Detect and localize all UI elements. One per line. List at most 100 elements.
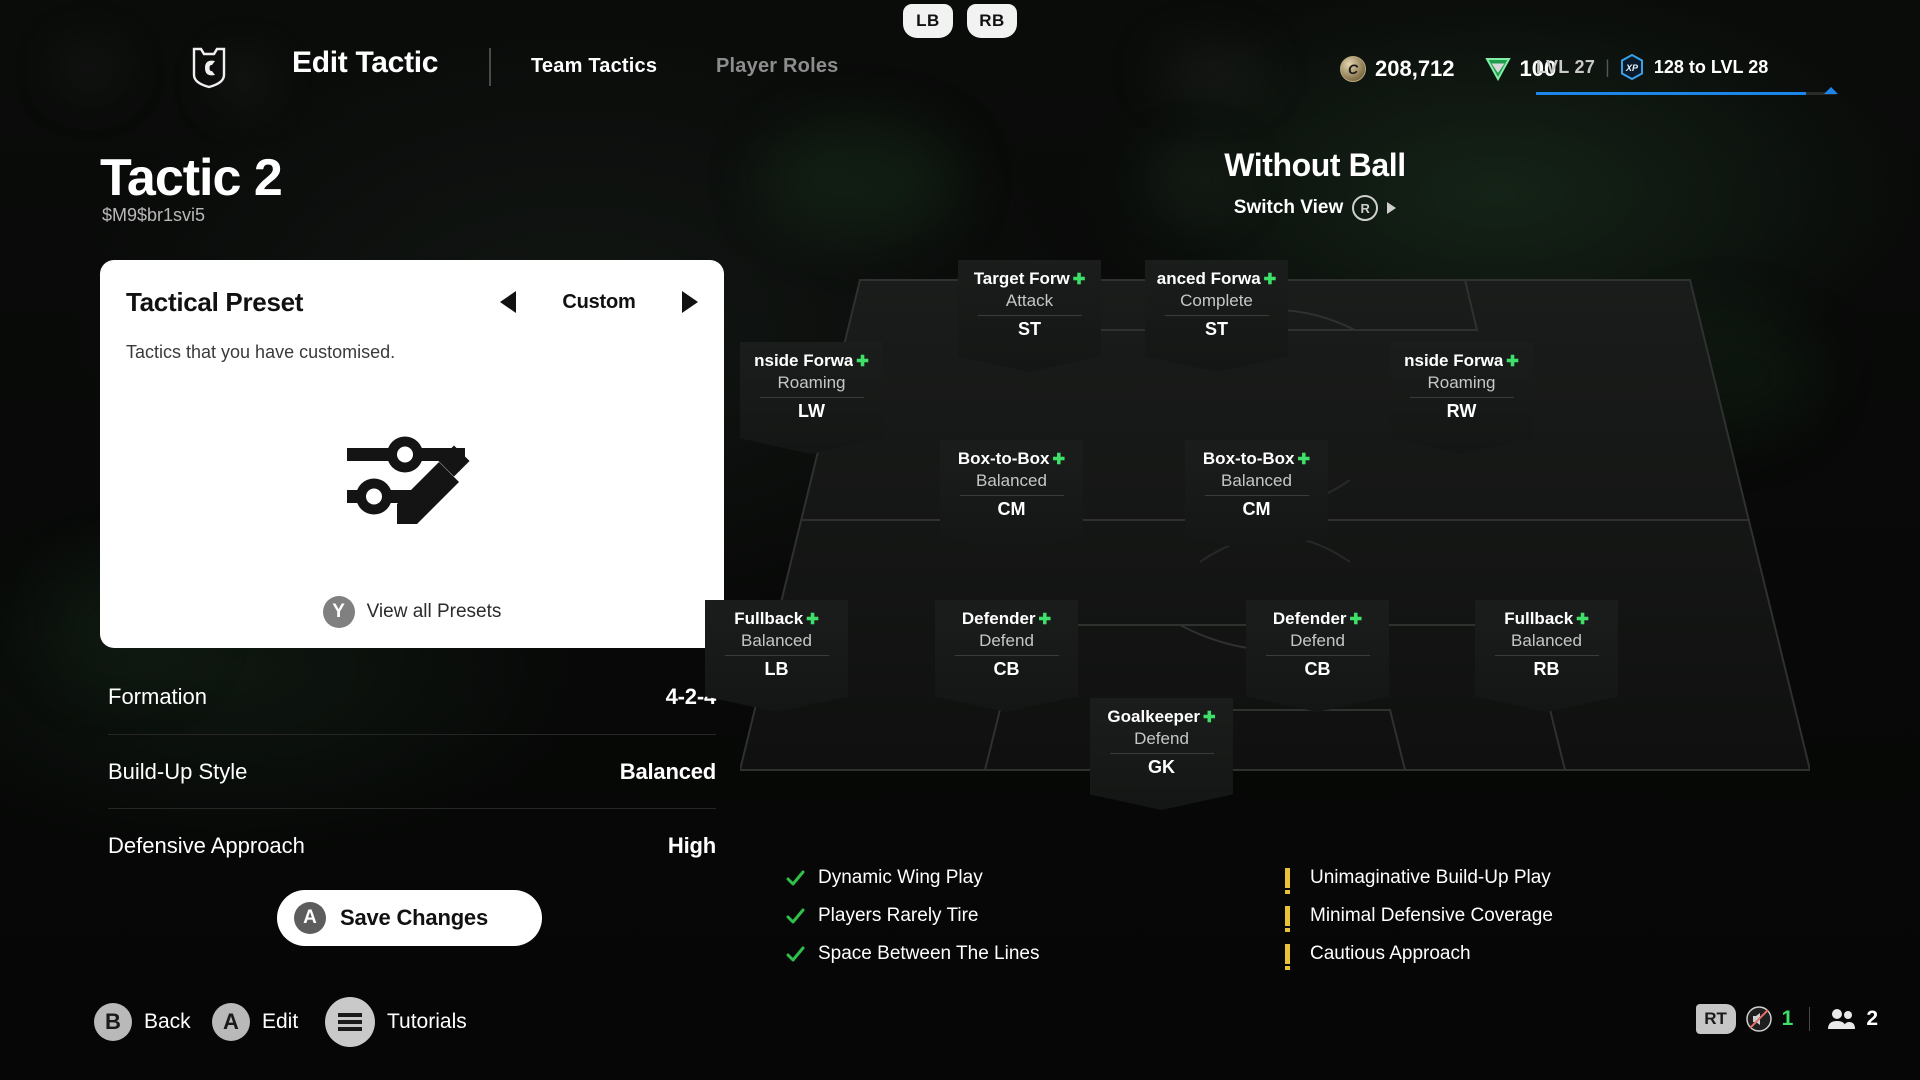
setting-label-defensive-approach: Defensive Approach [108, 832, 305, 858]
weakness-label: Minimal Defensive Coverage [1310, 905, 1553, 926]
tab-player-roles[interactable]: Player Roles [716, 55, 838, 78]
role-plus-icon: ✚ [1203, 708, 1216, 726]
level-label: LVL 27 [1536, 56, 1596, 77]
people-count: 2 [1866, 1007, 1878, 1030]
player-card-st-right[interactable]: anced Forwa ✚ Complete ST [1145, 260, 1288, 372]
player-role-lw: nside Forwa ✚ [754, 351, 869, 370]
header-bar: Edit Tactic Team Tactics Player Roles C … [0, 46, 1920, 104]
next-preset-button[interactable] [682, 291, 698, 313]
switch-view-arrow-icon [1387, 202, 1397, 214]
previous-preset-button[interactable] [500, 291, 516, 313]
player-card-cm-right[interactable]: Box-to-Box ✚ Balanced CM [1185, 440, 1328, 552]
player-position-rw: RW [1446, 401, 1477, 421]
shoulder-button-lb[interactable]: LB [903, 4, 953, 38]
player-position-cb-left: CB [993, 659, 1020, 679]
setting-row-build-up-style[interactable]: Build-Up Style Balanced [108, 734, 716, 808]
player-role-cm-left: Box-to-Box ✚ [957, 449, 1066, 468]
strength-item: Dynamic Wing Play [786, 860, 1039, 896]
tutorials-button[interactable]: Tutorials [325, 997, 467, 1047]
tactic-name: Tactic 2 [100, 149, 283, 207]
player-role-lb: Fullback ✚ [734, 609, 819, 628]
edit-tactic-screen: LB RB Edit Tactic Team Tactics Player Ro… [0, 0, 1920, 1080]
pitch-view-title: Without Ball [1224, 147, 1406, 183]
role-plus-icon: ✚ [1038, 610, 1052, 628]
player-position-cm-right: CM [1242, 499, 1271, 519]
player-role-rb: Fullback ✚ [1504, 609, 1589, 628]
progression-divider: | [1605, 56, 1610, 77]
tactic-code: $M9$br1svi5 [102, 205, 206, 225]
shoulder-button-rb[interactable]: RB [967, 4, 1017, 38]
xp-progress-bar [1536, 87, 1838, 95]
player-card-cm-left[interactable]: Box-to-Box ✚ Balanced CM [940, 440, 1083, 552]
people-icon [1826, 1007, 1856, 1031]
player-focus-st-left: Attack [1005, 291, 1054, 310]
edit-button[interactable]: A Edit [212, 1003, 298, 1041]
switch-view-button[interactable]: Switch View R [1160, 195, 1470, 221]
y-button-glyph: Y [322, 596, 355, 628]
player-position-lb: LB [764, 659, 789, 679]
tutorials-label: Tutorials [387, 1010, 467, 1033]
player-card-lw[interactable]: nside Forwa ✚ Roaming LW [740, 342, 883, 454]
player-card-rw[interactable]: nside Forwa ✚ Roaming RW [1390, 342, 1533, 454]
warning-icon [1285, 906, 1290, 932]
role-plus-icon: ✚ [1576, 610, 1589, 628]
player-focus-cm-left: Balanced [976, 471, 1047, 490]
player-role-cm-right: Box-to-Box ✚ [1202, 449, 1311, 468]
strength-item: Space Between The Lines [786, 936, 1039, 972]
bottom-action-bar: B Back A Edit Tutorials RT 1 2 [0, 996, 1920, 1058]
player-position-gk: GK [1148, 757, 1175, 777]
check-icon [786, 907, 805, 926]
strength-label: Space Between The Lines [818, 943, 1040, 964]
strength-label: Dynamic Wing Play [818, 867, 983, 888]
bg-glow-5 [760, 120, 960, 240]
role-plus-icon: ✚ [1506, 352, 1519, 370]
role-plus-icon: ✚ [1052, 450, 1066, 468]
setting-label-build-up-style: Build-Up Style [108, 758, 248, 784]
coins-value: 208,712 [1375, 56, 1455, 81]
preset-header-row: Tactical Preset Custom [126, 284, 698, 320]
preset-value: Custom [562, 290, 636, 313]
player-card-gk[interactable]: Goalkeeper ✚ Defend GK [1090, 698, 1233, 810]
setting-value-build-up-style: Balanced [619, 758, 716, 784]
setting-row-defensive-approach[interactable]: Defensive Approach High [108, 808, 716, 882]
menu-icon [325, 997, 375, 1047]
shoulder-button-row: LB RB [0, 4, 1920, 38]
player-role-gk: Goalkeeper ✚ [1107, 707, 1216, 726]
role-plus-icon: ✚ [856, 352, 869, 370]
strength-item: Players Rarely Tire [786, 898, 1039, 934]
check-icon [786, 869, 805, 888]
check-icon [786, 945, 805, 964]
tab-team-tactics[interactable]: Team Tactics [531, 55, 657, 78]
xp-progress-fill [1536, 92, 1806, 95]
club-crest-icon [192, 47, 226, 89]
role-plus-icon: ✚ [806, 610, 819, 628]
status-cluster: RT 1 2 [1695, 1004, 1878, 1034]
back-button[interactable]: B Back [94, 1003, 191, 1041]
player-card-st-left[interactable]: Target Forw ✚ Attack ST [958, 260, 1101, 372]
player-card-cb-right[interactable]: Defender ✚ Defend CB [1246, 600, 1389, 712]
xp-icon: XP [1620, 54, 1644, 80]
mute-icon[interactable] [1745, 1006, 1772, 1032]
player-card-cb-left[interactable]: Defender ✚ Defend CB [935, 600, 1078, 712]
rt-trigger-glyph[interactable]: RT [1695, 1004, 1736, 1034]
header-divider [489, 48, 491, 86]
player-card-lb[interactable]: Fullback ✚ Balanced LB [705, 600, 848, 712]
weakness-label: Unimaginative Build-Up Play [1310, 867, 1551, 888]
player-position-cm-left: CM [997, 499, 1026, 519]
save-changes-button[interactable]: A Save Changes [277, 890, 542, 946]
player-position-st-left: ST [1017, 319, 1041, 339]
a-button-glyph: A [294, 902, 326, 934]
player-card-rb[interactable]: Fullback ✚ Balanced RB [1475, 600, 1618, 712]
setting-row-formation[interactable]: Formation 4-2-4 [108, 660, 716, 734]
player-focus-rb: Balanced [1511, 631, 1582, 650]
setting-value-defensive-approach: High [667, 832, 716, 858]
role-plus-icon: ✚ [1349, 610, 1363, 628]
edit-label: Edit [262, 1010, 299, 1033]
view-all-presets-button[interactable]: Y View all Presets [100, 596, 724, 628]
svg-text:XP: XP [1625, 63, 1639, 73]
player-focus-cb-right: Defend [1290, 631, 1345, 650]
player-focus-gk: Defend [1134, 729, 1189, 748]
preset-selector: Custom [500, 291, 698, 314]
b-button-glyph: B [94, 1003, 132, 1041]
player-focus-lw: Roaming [777, 373, 846, 392]
